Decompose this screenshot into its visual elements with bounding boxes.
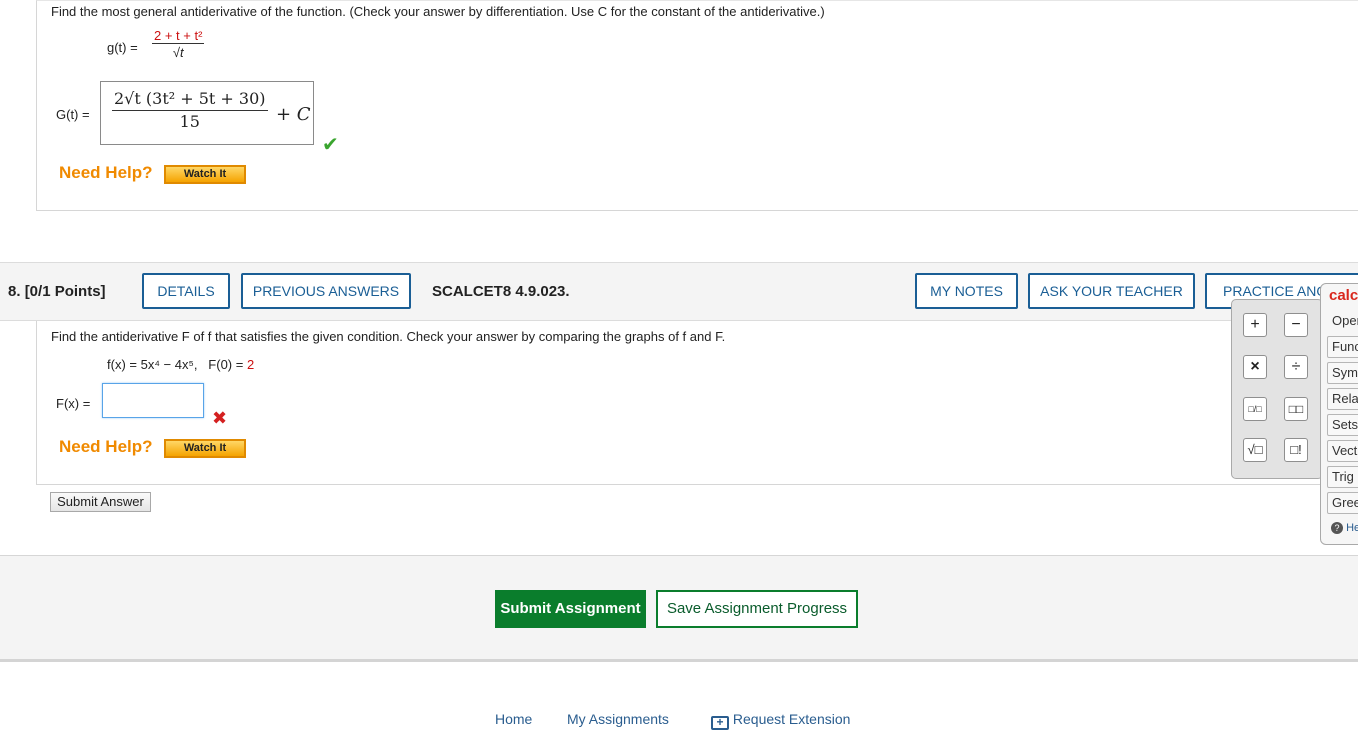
q7-G-constant: + C	[276, 104, 311, 125]
q7-g-fraction: 2 + t + t² √t	[152, 28, 205, 61]
my-assignments-link[interactable]: My Assignments	[567, 711, 669, 727]
calc-minus-key[interactable]: −	[1284, 313, 1308, 337]
calc-plus-key[interactable]: +	[1243, 313, 1267, 337]
details-button[interactable]: DETAILS	[142, 273, 230, 309]
q7-G-numerator: 2√t (3t² + 5t + 30)	[112, 88, 268, 111]
calc-category-functions[interactable]: Func	[1327, 336, 1358, 358]
q7-g-label: g(t) =	[107, 40, 138, 55]
q8-F-label: F(x) =	[56, 396, 91, 411]
calc-times-key[interactable]: ×	[1243, 355, 1267, 379]
calc-fraction-key[interactable]: □/□	[1243, 397, 1267, 421]
calc-category-symbols[interactable]: Sym	[1327, 362, 1358, 384]
answer-input[interactable]	[102, 383, 204, 418]
q7-need-help: Need Help?	[59, 163, 153, 182]
q8-points: [0/1 Points]	[24, 283, 106, 300]
q8-condition-left: F(0) =	[208, 357, 244, 372]
ask-your-teacher-button[interactable]: ASK YOUR TEACHER	[1028, 273, 1195, 309]
help-icon: ?	[1331, 522, 1343, 534]
my-notes-button[interactable]: MY NOTES	[915, 273, 1018, 309]
q8-watch-it-button[interactable]: Watch It	[164, 439, 246, 458]
submit-answer-button[interactable]: Submit Answer	[50, 492, 151, 512]
q8-need-help: Need Help?	[59, 437, 153, 456]
calc-category-relations[interactable]: Rela	[1327, 388, 1358, 410]
question-code: SCALCET8 4.9.023.	[432, 283, 570, 300]
q7-prompt: Find the most general antiderivative of …	[51, 4, 825, 19]
q8-f-definition: f(x) = 5x⁴ − 4x⁵,	[107, 357, 198, 372]
previous-answers-button[interactable]: PREVIOUS ANSWERS	[241, 273, 411, 309]
incorrect-x-icon: ✖	[212, 408, 228, 428]
question-8-inner	[36, 321, 1358, 485]
q8-number: 8. [0/1 Points]	[8, 283, 106, 300]
q8-condition-value: 2	[246, 357, 255, 372]
correct-check-icon: ✔	[322, 134, 339, 156]
q7-G-fraction: 2√t (3t² + 5t + 30) 15	[112, 88, 268, 133]
save-assignment-progress-button[interactable]: Save Assignment Progress	[656, 590, 858, 628]
calc-sqrt-key[interactable]: √□	[1243, 438, 1267, 462]
calc-factorial-key[interactable]: □!	[1284, 438, 1308, 462]
q8-condition: f(x) = 5x⁴ − 4x⁵, F(0) = 2	[107, 357, 254, 372]
q8-prompt: Find the antiderivative F of f that sati…	[51, 329, 726, 344]
calc-category-sets[interactable]: Sets	[1327, 414, 1358, 436]
q7-G-label: G(t) =	[56, 107, 90, 122]
calc-category-operations[interactable]: Oper	[1332, 313, 1358, 328]
calculator-title: calc	[1329, 287, 1358, 304]
home-link[interactable]: Home	[495, 711, 532, 727]
q7-g-denominator: √t	[172, 45, 184, 60]
calc-category-greek[interactable]: Gree	[1327, 492, 1358, 514]
calendar-plus-icon: +	[711, 716, 729, 730]
q7-watch-it-button[interactable]: Watch It	[164, 165, 246, 184]
q7-g-numerator: 2 + t + t²	[152, 28, 205, 44]
request-extension-link[interactable]: + Request Extension	[711, 711, 850, 730]
q7-G-denominator: 15	[179, 112, 200, 131]
calc-divide-key[interactable]: ÷	[1284, 355, 1308, 379]
calc-help-link[interactable]: ? He	[1331, 522, 1358, 534]
calc-category-trig[interactable]: Trig	[1327, 466, 1358, 488]
submit-assignment-button[interactable]: Submit Assignment	[495, 590, 646, 628]
calc-exponent-key[interactable]: □□	[1284, 397, 1308, 421]
calc-category-vectors[interactable]: Vect	[1327, 440, 1358, 462]
